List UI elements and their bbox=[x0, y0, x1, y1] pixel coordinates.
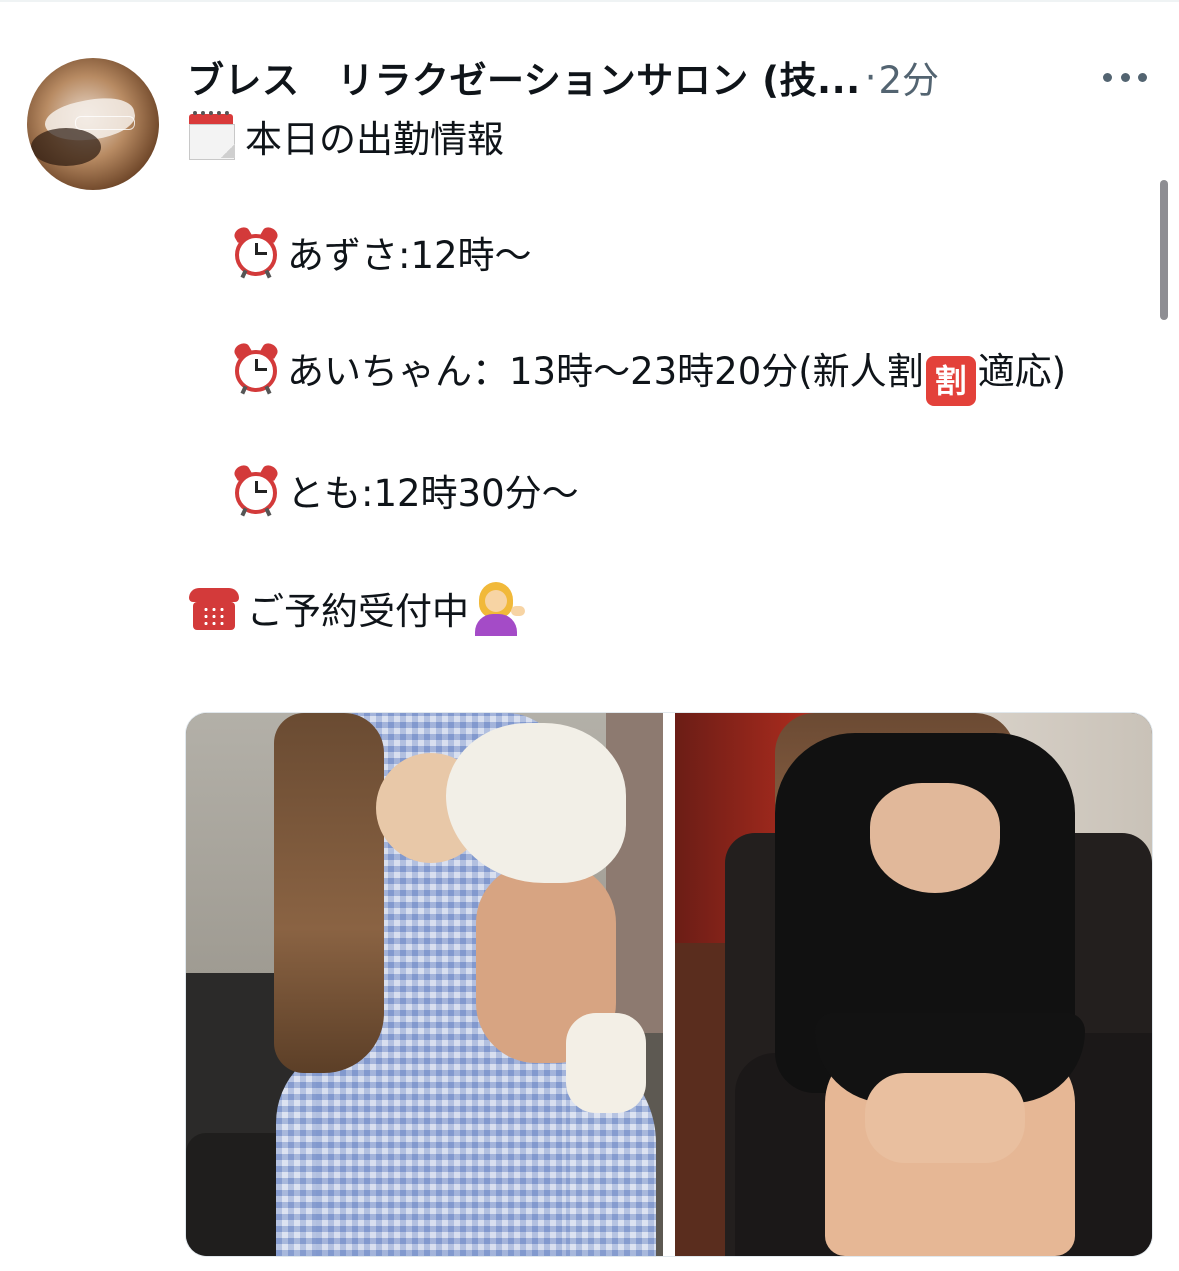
tweet-header: ブレス リラクゼーションサロン (技... · 2分 bbox=[187, 50, 939, 104]
text-line-ai: あいちゃん：13時〜23時20分(新人割割適応) bbox=[187, 340, 1147, 406]
alarm-clock-icon bbox=[231, 462, 281, 517]
timestamp[interactable]: 2分 bbox=[878, 50, 939, 104]
author-name[interactable]: ブレス リラクゼーションサロン (技... bbox=[187, 50, 861, 104]
separator: · bbox=[864, 55, 877, 99]
media-divider bbox=[663, 713, 675, 1256]
tweet[interactable]: ブレス リラクゼーションサロン (技... · 2分 本日の出勤情報 あずさ:1… bbox=[0, 0, 1179, 1271]
discount-badge-icon: 割 bbox=[925, 356, 976, 406]
ai-text-part2: 適応) bbox=[977, 350, 1067, 393]
text-line-azusa: あずさ:12時〜 bbox=[187, 224, 1147, 284]
text-line-reservation: ご予約受付中 bbox=[187, 580, 1147, 638]
text-line-tomo: とも:12時30分〜 bbox=[187, 462, 1147, 522]
media-grid bbox=[185, 712, 1153, 1257]
avatar[interactable] bbox=[27, 58, 159, 190]
alarm-clock-icon bbox=[231, 224, 281, 279]
calendar-icon bbox=[187, 110, 237, 160]
telephone-icon bbox=[187, 586, 241, 632]
more-icon[interactable] bbox=[1103, 70, 1147, 84]
photo-1[interactable] bbox=[186, 713, 663, 1256]
tweet-text: 本日の出勤情報 あずさ:12時〜 あいちゃん：13時〜23時20分(新人割割適応… bbox=[187, 110, 1147, 638]
tomo-text: とも:12時30分〜 bbox=[287, 472, 579, 515]
ai-text-part1: あいちゃん：13時〜23時20分(新人割 bbox=[287, 350, 924, 393]
person-tipping-hand-icon bbox=[469, 580, 527, 636]
heading-text: 本日の出勤情報 bbox=[245, 118, 504, 161]
reservation-text: ご予約受付中 bbox=[247, 590, 469, 633]
text-line-heading: 本日の出勤情報 bbox=[187, 110, 1147, 168]
alarm-clock-icon bbox=[231, 340, 281, 395]
azusa-text: あずさ:12時〜 bbox=[287, 234, 532, 277]
scrollbar[interactable] bbox=[1160, 180, 1168, 320]
photo-2[interactable] bbox=[675, 713, 1152, 1256]
